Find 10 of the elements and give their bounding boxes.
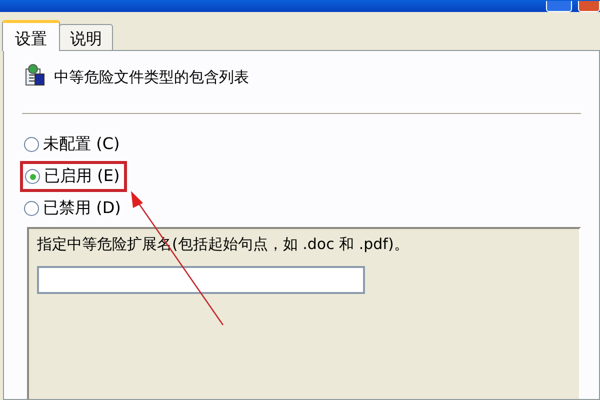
setting-title: 中等危险文件类型的包含列表 (54, 68, 249, 87)
radio-option[interactable]: 已启用 (E) (23, 164, 124, 189)
policy-icon (24, 63, 46, 87)
close-button[interactable] (578, 1, 600, 12)
help-button[interactable] (546, 1, 572, 12)
radio-option[interactable]: 已禁用 (D) (22, 196, 125, 221)
radio-option[interactable]: 未配置 (C) (22, 132, 124, 157)
tab[interactable]: 设置 (2, 20, 60, 51)
tab[interactable]: 说明 (59, 24, 113, 50)
extensions-input[interactable] (37, 266, 365, 294)
